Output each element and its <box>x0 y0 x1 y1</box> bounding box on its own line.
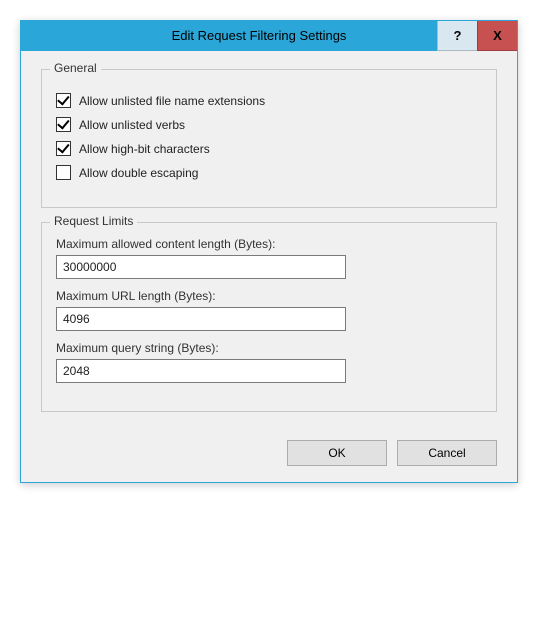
help-button[interactable]: ? <box>437 21 477 51</box>
general-group: General Allow unlisted file name extensi… <box>41 69 497 208</box>
max-content-length-group: Maximum allowed content length (Bytes): <box>56 237 482 279</box>
allow-unlisted-verbs-row[interactable]: Allow unlisted verbs <box>56 117 482 132</box>
allow-double-escaping-checkbox[interactable] <box>56 165 71 180</box>
dialog-button-row: OK Cancel <box>41 440 497 466</box>
dialog-window: Edit Request Filtering Settings ? X Gene… <box>20 20 518 483</box>
cancel-button[interactable]: Cancel <box>397 440 497 466</box>
allow-unlisted-ext-row[interactable]: Allow unlisted file name extensions <box>56 93 482 108</box>
allow-high-bit-row[interactable]: Allow high-bit characters <box>56 141 482 156</box>
ok-button[interactable]: OK <box>287 440 387 466</box>
max-query-string-input[interactable] <box>56 359 346 383</box>
close-button[interactable]: X <box>477 21 517 51</box>
allow-unlisted-ext-label: Allow unlisted file name extensions <box>79 94 265 108</box>
max-url-length-label: Maximum URL length (Bytes): <box>56 289 482 303</box>
max-url-length-group: Maximum URL length (Bytes): <box>56 289 482 331</box>
dialog-title: Edit Request Filtering Settings <box>21 21 437 51</box>
max-content-length-label: Maximum allowed content length (Bytes): <box>56 237 482 251</box>
allow-double-escaping-label: Allow double escaping <box>79 166 198 180</box>
allow-high-bit-label: Allow high-bit characters <box>79 142 210 156</box>
max-query-string-label: Maximum query string (Bytes): <box>56 341 482 355</box>
allow-unlisted-ext-checkbox[interactable] <box>56 93 71 108</box>
general-legend: General <box>50 61 101 75</box>
titlebar-buttons: ? X <box>437 21 517 51</box>
dialog-content: General Allow unlisted file name extensi… <box>21 51 517 482</box>
allow-unlisted-verbs-checkbox[interactable] <box>56 117 71 132</box>
allow-double-escaping-row[interactable]: Allow double escaping <box>56 165 482 180</box>
max-url-length-input[interactable] <box>56 307 346 331</box>
max-query-string-group: Maximum query string (Bytes): <box>56 341 482 383</box>
max-content-length-input[interactable] <box>56 255 346 279</box>
allow-unlisted-verbs-label: Allow unlisted verbs <box>79 118 185 132</box>
allow-high-bit-checkbox[interactable] <box>56 141 71 156</box>
request-limits-legend: Request Limits <box>50 214 137 228</box>
request-limits-group: Request Limits Maximum allowed content l… <box>41 222 497 412</box>
titlebar: Edit Request Filtering Settings ? X <box>21 21 517 51</box>
